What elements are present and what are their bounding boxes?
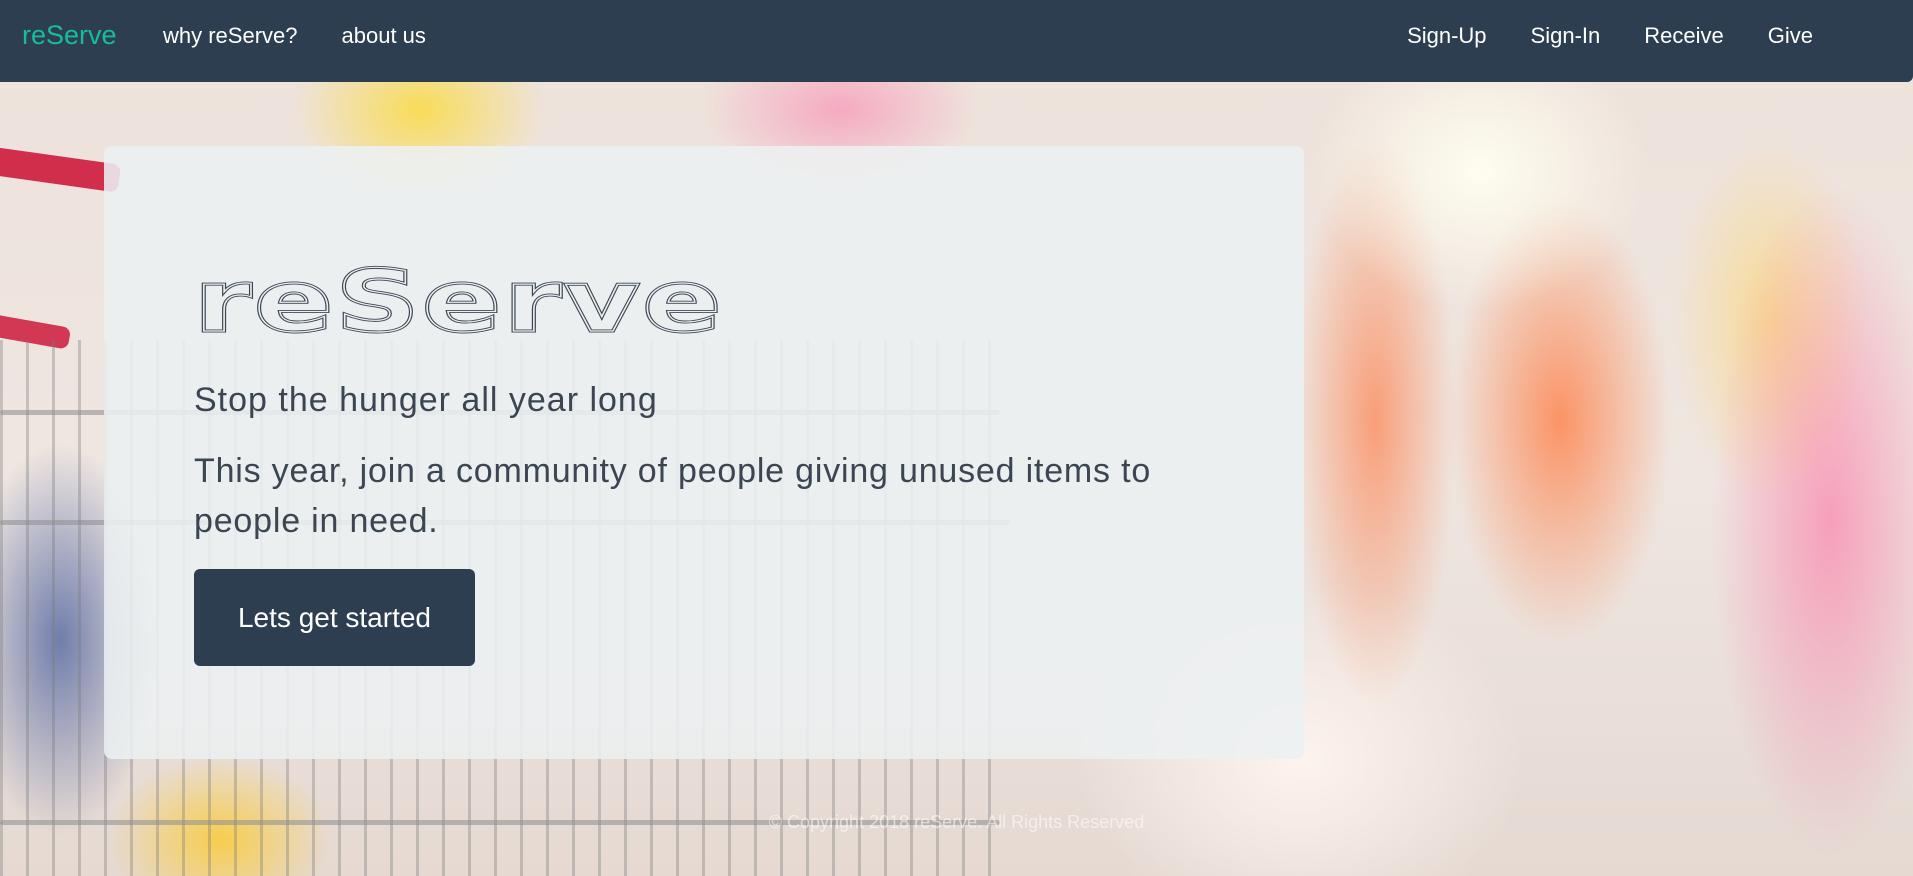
hero-panel: reServe reServe Stop the hunger all year… [104, 146, 1304, 759]
hero-tagline: Stop the hunger all year long [194, 381, 658, 419]
copyright-text: © Copyright 2018 reServe. All Rights Res… [768, 812, 1145, 832]
get-started-button[interactable]: Lets get started [194, 569, 475, 666]
nav-right: Sign-Up Sign-In Receive Give [1407, 23, 1813, 49]
navbar: reServe why reServe? about us Sign-Up Si… [0, 0, 1913, 82]
nav-link-about-us[interactable]: about us [342, 23, 426, 49]
hero-description: This year, join a community of people gi… [194, 452, 1152, 540]
nav-link-receive[interactable]: Receive [1644, 23, 1723, 49]
footer: © Copyright 2018 reServe. All Rights Res… [0, 812, 1913, 833]
hero-logo: reServe reServe [193, 249, 734, 354]
brand-link[interactable]: reServe [22, 20, 117, 51]
nav-link-give[interactable]: Give [1768, 23, 1813, 49]
nav-link-why-reserve[interactable]: why reServe? [163, 23, 298, 49]
nav-link-sign-in[interactable]: Sign-In [1531, 23, 1601, 49]
nav-link-sign-up[interactable]: Sign-Up [1407, 23, 1486, 49]
nav-left: why reServe? about us [163, 23, 426, 49]
hero-logo-text-inner: reServe [194, 252, 724, 339]
